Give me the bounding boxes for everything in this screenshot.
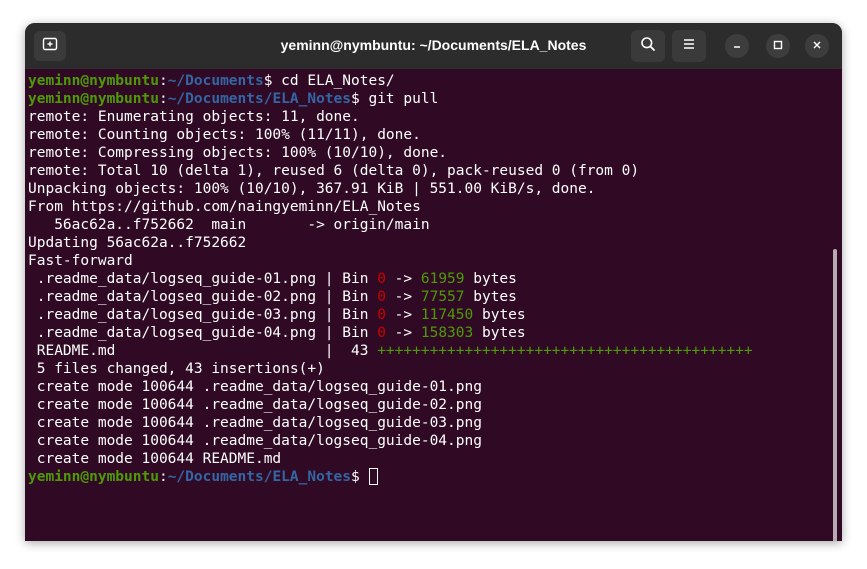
- terminal-text: :: [158, 91, 168, 107]
- search-button[interactable]: [631, 30, 665, 62]
- terminal-line: create mode 100644 .readme_data/logseq_g…: [28, 396, 753, 414]
- close-button[interactable]: [805, 34, 829, 58]
- maximize-icon: [773, 37, 783, 55]
- insertion-text: 117450: [420, 307, 474, 323]
- minimize-icon: [732, 37, 742, 55]
- prompt-user: yeminn@nymbuntu: [28, 91, 159, 107]
- prompt-user: yeminn@nymbuntu: [28, 469, 159, 485]
- terminal-text: ->: [385, 271, 421, 287]
- insertion-text: 61959: [420, 271, 465, 287]
- terminal-lines: yeminn@nymbuntu:~/Documents$ cd ELA_Note…: [28, 72, 753, 486]
- terminal-line: create mode 100644 README.md: [28, 450, 753, 468]
- terminal-text: README.md | 43: [28, 343, 378, 359]
- new-tab-icon: [42, 36, 58, 57]
- terminal-text: create mode 100644 .readme_data/logseq_g…: [28, 397, 482, 413]
- terminal-text: 56ac62a..f752662 main -> origin/main: [28, 217, 430, 233]
- deletion-count: 0: [377, 307, 386, 323]
- hamburger-menu-icon: [682, 37, 696, 56]
- terminal-text: .readme_data/logseq_guide-02.png | Bin: [28, 289, 378, 305]
- terminal-cursor: [369, 468, 379, 485]
- terminal-line: .readme_data/logseq_guide-04.png | Bin 0…: [28, 324, 753, 342]
- minimize-button[interactable]: [725, 34, 749, 58]
- terminal-text: .readme_data/logseq_guide-01.png | Bin: [28, 271, 378, 287]
- terminal-text: create mode 100644 .readme_data/logseq_g…: [28, 379, 482, 395]
- terminal-line: README.md | 43 +++++++++++++++++++++++++…: [28, 342, 753, 360]
- terminal-text: $ cd ELA_Notes/: [263, 73, 395, 89]
- terminal-line: Fast-forward: [28, 252, 753, 270]
- deletion-count: 0: [377, 325, 386, 341]
- terminal-text: bytes: [473, 307, 526, 323]
- terminal-text: create mode 100644 .readme_data/logseq_g…: [28, 415, 482, 431]
- terminal-text: :: [158, 73, 168, 89]
- terminal-line: remote: Total 10 (delta 1), reused 6 (de…: [28, 162, 753, 180]
- prompt-path: ~/Documents: [167, 73, 264, 89]
- terminal-line: create mode 100644 .readme_data/logseq_g…: [28, 432, 753, 450]
- terminal-line: create mode 100644 .readme_data/logseq_g…: [28, 414, 753, 432]
- terminal-text: ->: [385, 289, 421, 305]
- terminal-line: yeminn@nymbuntu:~/Documents$ cd ELA_Note…: [28, 72, 753, 90]
- terminal-line: remote: Compressing objects: 100% (10/10…: [28, 144, 753, 162]
- terminal-text: create mode 100644 .readme_data/logseq_g…: [28, 433, 482, 449]
- prompt-user: yeminn@nymbuntu: [28, 73, 159, 89]
- prompt-path: ~/Documents/ELA_Notes: [167, 91, 352, 107]
- terminal-line: .readme_data/logseq_guide-03.png | Bin 0…: [28, 306, 753, 324]
- prompt-path: ~/Documents/ELA_Notes: [167, 469, 352, 485]
- terminal-text: $: [351, 469, 369, 485]
- terminal-text: :: [158, 469, 168, 485]
- vertical-scrollbar[interactable]: [833, 249, 837, 541]
- terminal-line: yeminn@nymbuntu:~/Documents/ELA_Notes$: [28, 468, 753, 486]
- terminal-text: ->: [385, 325, 421, 341]
- terminal-text: 5 files changed, 43 insertions(+): [28, 361, 325, 377]
- terminal-line: 56ac62a..f752662 main -> origin/main: [28, 216, 753, 234]
- terminal-line: .readme_data/logseq_guide-02.png | Bin 0…: [28, 288, 753, 306]
- terminal-text: Fast-forward: [28, 253, 133, 269]
- deletion-count: 0: [377, 289, 386, 305]
- close-icon: [812, 37, 822, 55]
- terminal-text: bytes: [464, 271, 517, 287]
- menu-button[interactable]: [672, 30, 706, 62]
- terminal-text: remote: Counting objects: 100% (11/11), …: [28, 127, 421, 143]
- terminal-line: yeminn@nymbuntu:~/Documents/ELA_Notes$ g…: [28, 90, 753, 108]
- terminal-text: .readme_data/logseq_guide-04.png | Bin: [28, 325, 378, 341]
- terminal-text: remote: Enumerating objects: 11, done.: [28, 109, 360, 125]
- terminal-text: remote: Total 10 (delta 1), reused 6 (de…: [28, 163, 640, 179]
- terminal-line: .readme_data/logseq_guide-01.png | Bin 0…: [28, 270, 753, 288]
- insertion-text: ++++++++++++++++++++++++++++++++++++++++…: [377, 343, 753, 359]
- terminal-line: From https://github.com/naingyeminn/ELA_…: [28, 198, 753, 216]
- deletion-count: 0: [377, 271, 386, 287]
- terminal-line: remote: Counting objects: 100% (11/11), …: [28, 126, 753, 144]
- terminal-line: remote: Enumerating objects: 11, done.: [28, 108, 753, 126]
- window-title: yeminn@nymbuntu: ~/Documents/ELA_Notes: [280, 37, 587, 53]
- terminal-line: 5 files changed, 43 insertions(+): [28, 360, 753, 378]
- terminal-output[interactable]: yeminn@nymbuntu:~/Documents$ cd ELA_Note…: [25, 69, 842, 541]
- insertion-text: 77557: [420, 289, 465, 305]
- terminal-line: create mode 100644 .readme_data/logseq_g…: [28, 378, 753, 396]
- insertion-text: 158303: [420, 325, 474, 341]
- terminal-text: bytes: [464, 289, 517, 305]
- terminal-text: From https://github.com/naingyeminn/ELA_…: [28, 199, 421, 215]
- terminal-text: bytes: [473, 325, 526, 341]
- terminal-text: Updating 56ac62a..f752662: [28, 235, 247, 251]
- terminal-text: ->: [385, 307, 421, 323]
- search-icon: [640, 36, 656, 57]
- terminal-text: .readme_data/logseq_guide-03.png | Bin: [28, 307, 378, 323]
- terminal-line: Unpacking objects: 100% (10/10), 367.91 …: [28, 180, 753, 198]
- terminal-text: remote: Compressing objects: 100% (10/10…: [28, 145, 448, 161]
- new-tab-button[interactable]: [34, 31, 66, 61]
- maximize-button[interactable]: [766, 34, 790, 58]
- terminal-line: Updating 56ac62a..f752662: [28, 234, 753, 252]
- terminal-text: create mode 100644 README.md: [28, 451, 282, 467]
- terminal-text: $ git pull: [351, 91, 439, 107]
- terminal-text: Unpacking objects: 100% (10/10), 367.91 …: [28, 181, 596, 197]
- title-bar[interactable]: yeminn@nymbuntu: ~/Documents/ELA_Notes: [25, 23, 842, 69]
- terminal-window: yeminn@nymbuntu: ~/Documents/ELA_Notes y…: [25, 23, 842, 541]
